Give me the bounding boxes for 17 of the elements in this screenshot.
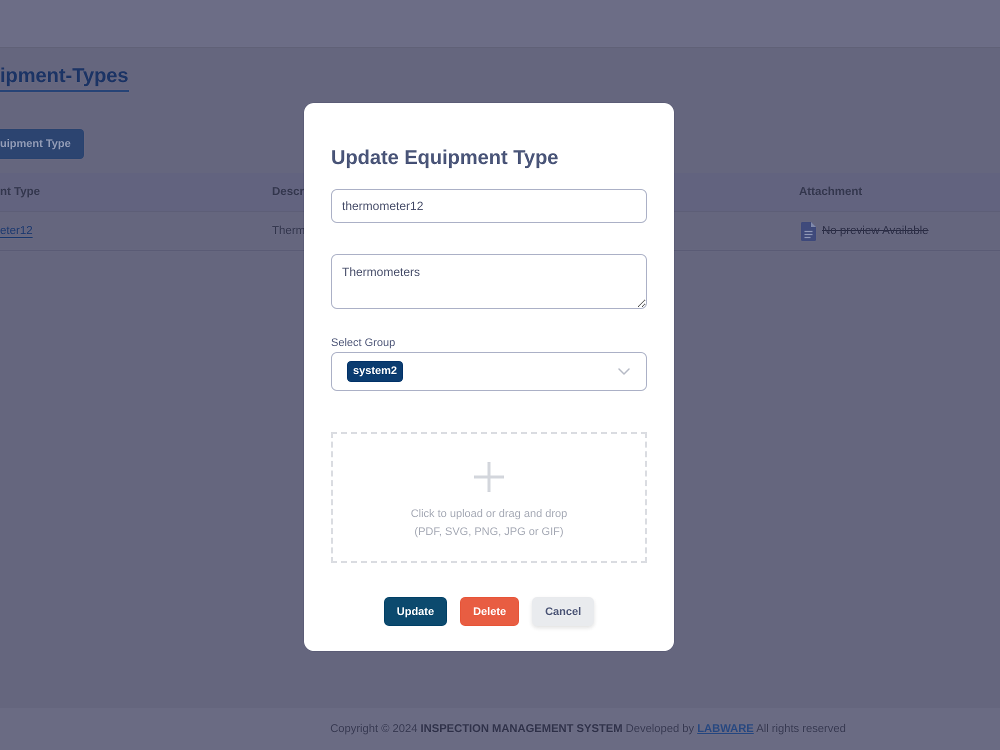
field-label: Select Group bbox=[331, 336, 396, 350]
upload-hint-text: (PDF, SVG, PNG, JPG or GIF) bbox=[414, 525, 564, 540]
no-preview-text: No preview Available bbox=[822, 225, 929, 237]
page-title: ipment-Types bbox=[0, 63, 129, 92]
plus-icon bbox=[473, 461, 505, 493]
group-select[interactable]: system2 bbox=[331, 352, 647, 391]
selected-group-tag[interactable]: system2 bbox=[347, 361, 404, 382]
description-text-area[interactable]: Thermometers bbox=[331, 254, 647, 309]
update-button[interactable]: Update bbox=[384, 597, 448, 626]
name-input-field[interactable]: thermometer12 bbox=[331, 189, 647, 223]
chevron-down-icon bbox=[618, 368, 630, 375]
upload-hint-text: Click to upload or drag and drop bbox=[410, 507, 568, 522]
dialog-title: Update Equipment Type bbox=[331, 146, 560, 170]
add-equipment-type-button[interactable]: uipment Type bbox=[0, 129, 84, 159]
delete-button[interactable]: Delete bbox=[460, 597, 520, 626]
document-icon bbox=[801, 222, 816, 240]
cancel-button[interactable]: Cancel bbox=[532, 597, 594, 626]
